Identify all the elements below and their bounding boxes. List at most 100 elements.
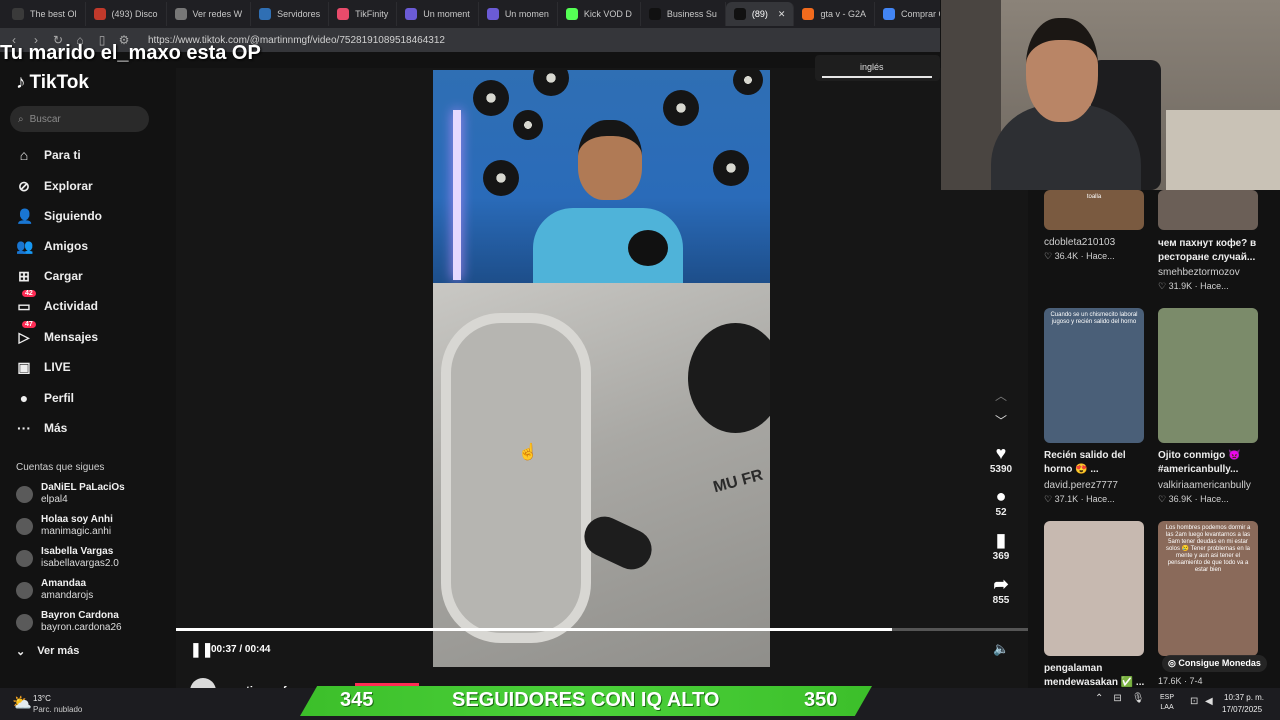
- sidebar-item-live[interactable]: ▣ LIVE: [16, 356, 70, 378]
- speaker-icon[interactable]: ◀: [1205, 696, 1213, 707]
- clock-time[interactable]: 10:37 p. m.: [1224, 693, 1264, 702]
- search-input[interactable]: ⌕ Buscar: [10, 106, 149, 132]
- browser-tab[interactable]: Un moment: [397, 2, 479, 26]
- followed-account[interactable]: DaNiEL PaLaciOs elpal4: [16, 482, 125, 506]
- tiktok-logo[interactable]: ♪ TikTok: [16, 72, 89, 94]
- followed-account[interactable]: Bayron Cardona bayron.cardona26: [16, 610, 122, 634]
- followed-account[interactable]: Holaa soy Anhi manimagic.anhi: [16, 514, 113, 538]
- volume-icon[interactable]: 🔈: [993, 641, 1009, 657]
- browser-tab[interactable]: Comprar G: [875, 2, 940, 26]
- vinyl-record: [713, 150, 749, 186]
- tab-favicon-icon: [259, 8, 272, 20]
- browser-tab[interactable]: Un momen: [479, 2, 558, 26]
- browser-tab-bar: The best Ol (493) Disco Ver redes W Servido…: [0, 0, 940, 28]
- weather-icon[interactable]: ⛅: [12, 693, 32, 713]
- sidebar-item-label: Perfil: [44, 391, 75, 405]
- sidebar-item-label: Explorar: [44, 179, 93, 193]
- weather-temperature: 13°C: [33, 694, 51, 703]
- sidebar-item-friends[interactable]: 👥 Amigos: [16, 235, 88, 257]
- feed-thumbnail[interactable]: [1158, 190, 1258, 230]
- share-count: 855: [992, 595, 1010, 606]
- thumbnail-text: Cuando se un chismecito laboral jugoso y…: [1050, 312, 1138, 325]
- sidebar-item-compass[interactable]: ⊘ Explorar: [16, 175, 93, 197]
- more-icon: ···: [17, 420, 31, 436]
- feed-caption[interactable]: Ojito conmigo 👿 #americanbully...: [1158, 449, 1268, 477]
- avatar: [16, 549, 33, 567]
- like-button[interactable]: ♥ 5390: [986, 443, 1016, 475]
- browser-tab[interactable]: gta v - G2A: [794, 2, 875, 26]
- wifi-icon[interactable]: ⊡: [1190, 696, 1198, 707]
- tab-label: Kick VOD D: [583, 9, 632, 19]
- chevron-up-icon[interactable]: ︿: [995, 387, 1007, 404]
- sidebar-item-home[interactable]: ⌂ Para ti: [16, 144, 81, 166]
- feed-caption[interactable]: pengalaman mendewasakan ✅ ...: [1044, 662, 1154, 690]
- activity-icon: ▭ 42: [16, 289, 36, 315]
- sidebar-item-messages[interactable]: ▷ 47 Mensajes: [16, 320, 98, 348]
- tab-label: Business Su: [666, 9, 717, 19]
- chevron-up-icon[interactable]: ⌃: [1095, 693, 1103, 704]
- feed-author[interactable]: valkiriaamericanbully: [1158, 480, 1251, 491]
- browser-tab[interactable]: (493) Disco: [86, 2, 167, 26]
- feed-thumbnail[interactable]: Los hombres podemos dormir a las 2am lue…: [1158, 521, 1258, 656]
- feed-author[interactable]: cdobleta210103: [1044, 237, 1115, 248]
- see-more-button[interactable]: ⌄ Ver más: [16, 645, 79, 658]
- stream-overlay-title: Tu marido el_maxo esta OP: [0, 42, 261, 64]
- comment-button[interactable]: ● 52: [986, 486, 1016, 518]
- feed-author[interactable]: smehbeztormozov: [1158, 267, 1240, 278]
- clock-date[interactable]: 17/07/2025: [1222, 705, 1262, 714]
- sidebar-item-following[interactable]: 👤 Siguiendo: [16, 205, 102, 227]
- share-button[interactable]: ➦ 855: [986, 574, 1016, 606]
- get-coins-button[interactable]: ◎ Consigue Monedas: [1162, 655, 1267, 672]
- feed-thumbnail[interactable]: [1158, 308, 1258, 443]
- tab-label: Ver redes W: [192, 9, 243, 19]
- comment-count: 52: [995, 507, 1007, 518]
- tab-favicon-icon: [648, 8, 661, 20]
- feed-author[interactable]: david.perez7777: [1044, 480, 1118, 491]
- followed-account[interactable]: Amandaa amandarojs: [16, 578, 93, 602]
- feed-caption[interactable]: чем пахнут кофе? в ресторане случай...: [1158, 237, 1268, 265]
- feed-thumbnail[interactable]: Cuando se un chismecito laboral jugoso y…: [1044, 308, 1144, 443]
- browser-tab[interactable]: Business Su: [641, 2, 726, 26]
- followed-account[interactable]: Isabella Vargas isabellavargas2.0: [16, 546, 119, 570]
- like-count: 5390: [989, 464, 1013, 475]
- network-icon[interactable]: ⊟: [1113, 693, 1121, 704]
- video-progress-bar[interactable]: [176, 628, 1028, 631]
- language-option[interactable]: inglés: [860, 62, 884, 72]
- vinyl-record: [733, 70, 763, 95]
- account-name: Isabella Vargas: [41, 546, 114, 557]
- sidebar-item-more[interactable]: ··· Más: [16, 417, 67, 439]
- browser-tab[interactable]: Kick VOD D: [558, 2, 641, 26]
- browser-tab[interactable]: TikFinity: [329, 2, 398, 26]
- browser-tab[interactable]: Servidores: [251, 2, 330, 26]
- sidebar-item-upload[interactable]: ⊞ Cargar: [16, 265, 83, 287]
- sidebar-item-label: Cargar: [44, 269, 83, 283]
- search-icon: ⌕: [18, 113, 24, 125]
- sidebar-item-profile-avatar[interactable]: ● Perfil: [16, 387, 74, 409]
- browser-tab[interactable]: The best Ol: [4, 2, 86, 26]
- feed-stats: ♡ 36.4K · Hace...: [1044, 251, 1115, 261]
- feed-thumbnail[interactable]: toalla: [1044, 190, 1144, 230]
- feed-caption[interactable]: Recién salido del horno 😍 ...: [1044, 449, 1154, 477]
- avatar: [16, 581, 33, 599]
- account-name: Amandaa: [41, 578, 87, 589]
- thumbnail-text: toalla: [1086, 194, 1102, 200]
- sidebar-item-activity[interactable]: ▭ 42 Actividad: [16, 289, 98, 317]
- microphone-icon[interactable]: 🎙: [1132, 693, 1145, 704]
- browser-tab[interactable]: (89) ✕: [725, 2, 795, 26]
- browser-tab[interactable]: Ver redes W: [167, 2, 252, 26]
- account-name: Bayron Cardona: [41, 610, 119, 621]
- chevron-down-icon: ⌄: [16, 646, 26, 658]
- pause-icon[interactable]: ❚❚: [190, 641, 213, 658]
- avatar: [16, 613, 33, 631]
- keyboard-language[interactable]: ESP LAA: [1160, 693, 1174, 713]
- vinyl-record: [473, 80, 509, 116]
- chevron-down-icon[interactable]: ﹀: [995, 412, 1007, 429]
- feed-thumbnail[interactable]: [1044, 521, 1144, 656]
- save-button[interactable]: ▮ 369: [986, 530, 1016, 562]
- following-title: Cuentas que sigues: [16, 462, 105, 473]
- tab-label: TikFinity: [355, 9, 389, 19]
- tab-favicon-icon: [733, 8, 746, 20]
- close-tab-icon[interactable]: ✕: [778, 9, 786, 20]
- video-frame[interactable]: MU FR: [433, 70, 770, 667]
- notification-badge: 47: [22, 320, 36, 328]
